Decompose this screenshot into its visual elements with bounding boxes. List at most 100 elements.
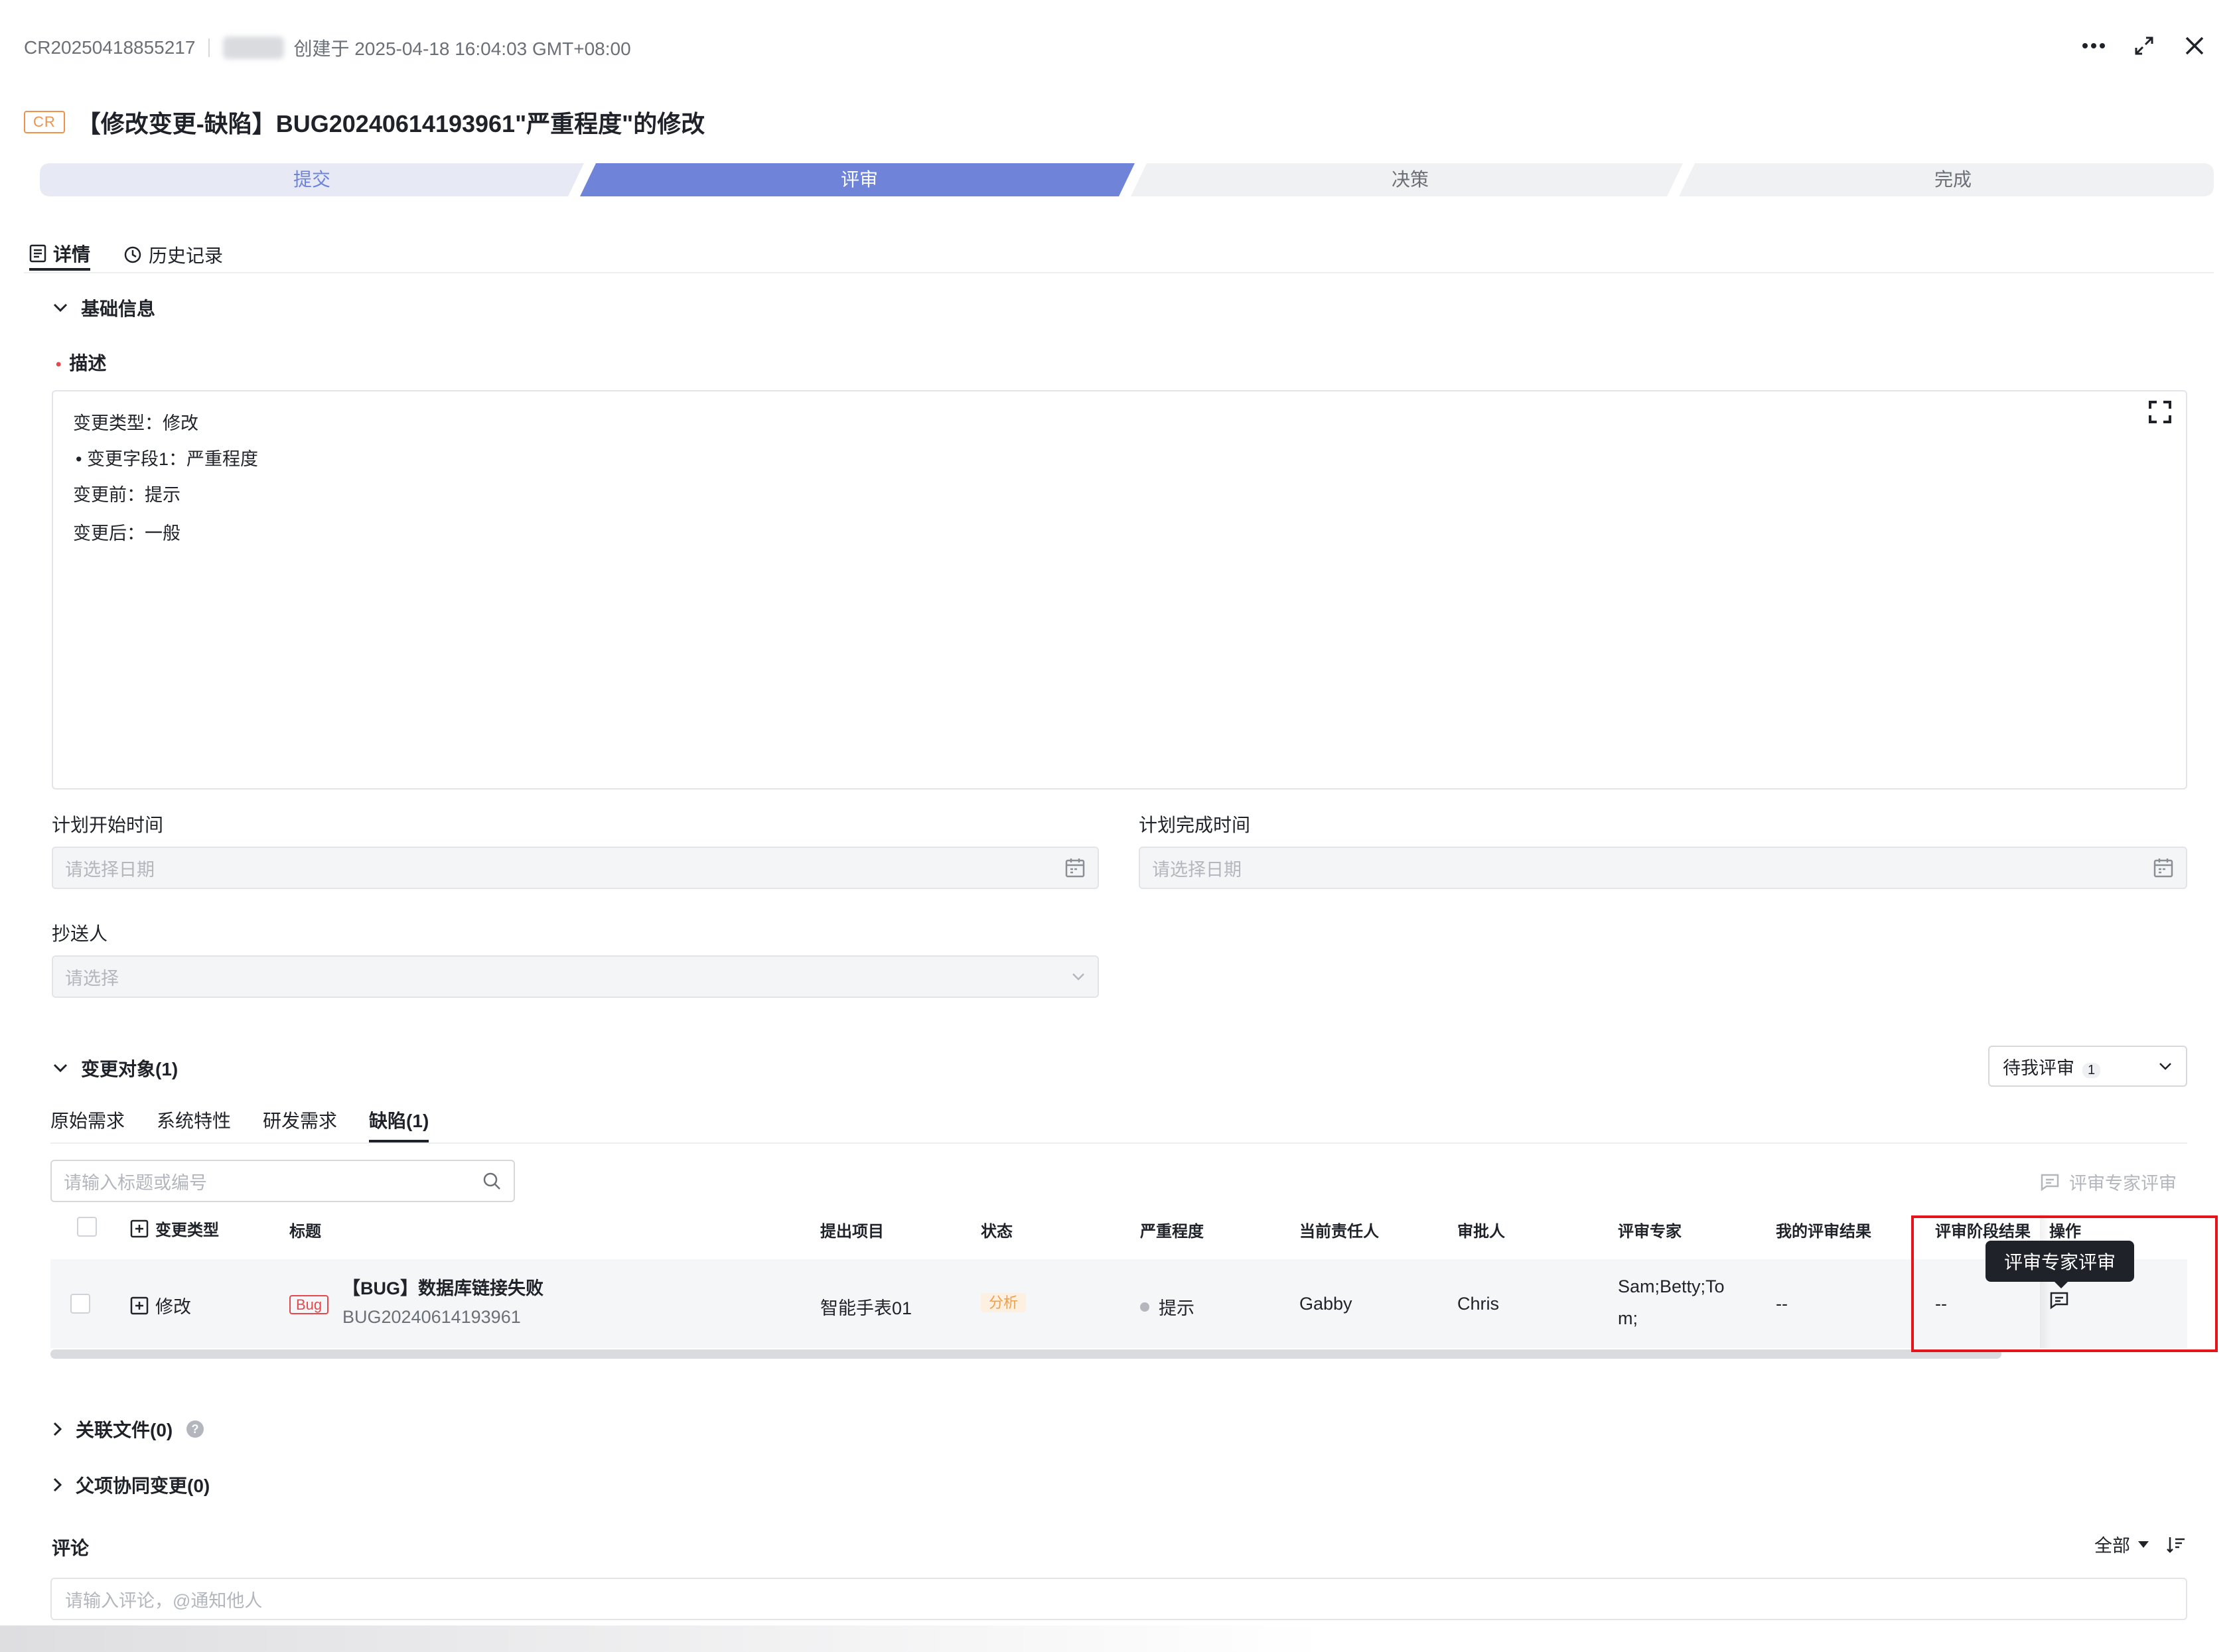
review-filter-label: 待我评审 bbox=[2003, 1058, 2074, 1078]
change-object-subtabs: 原始需求 系统特性 研发需求 缺陷(1) bbox=[50, 1107, 429, 1142]
description-editor[interactable]: 变更类型：修改 • 变更字段1：严重程度 变更前：提示 变更后：一般 bbox=[52, 390, 2187, 790]
detail-tabs: 详情 历史记录 bbox=[29, 239, 223, 271]
divider bbox=[208, 38, 210, 57]
basic-info-toggle[interactable]: 基础信息 bbox=[53, 295, 155, 321]
highlight-box bbox=[1911, 1215, 2218, 1352]
chevron-down-icon bbox=[53, 303, 68, 312]
required-marker: • bbox=[56, 356, 62, 374]
end-date-field[interactable]: 请选择日期 bbox=[1139, 847, 2187, 889]
description-label-row: • 描述 bbox=[56, 349, 106, 376]
desc-line: • 变更字段1：严重程度 bbox=[76, 449, 258, 469]
row-title-link[interactable]: 【BUG】数据库链接失败 bbox=[342, 1274, 543, 1300]
severity-dot bbox=[1140, 1302, 1149, 1312]
document-icon bbox=[29, 244, 46, 263]
workflow-stepper: 提交 评审 决策 完成 bbox=[40, 163, 2214, 196]
fullscreen-icon[interactable] bbox=[2149, 401, 2171, 427]
chevron-right-icon bbox=[53, 1478, 62, 1492]
caret-down-icon bbox=[2138, 1541, 2149, 1548]
comments-filter-label: 全部 bbox=[2094, 1536, 2130, 1556]
start-date-label: 计划开始时间 bbox=[52, 815, 164, 835]
chevron-down-icon bbox=[1072, 973, 1084, 981]
col-approver: 审批人 bbox=[1457, 1223, 1505, 1241]
search-input[interactable]: 请输入标题或编号 bbox=[50, 1160, 515, 1202]
table-row: 修改 Bug 【BUG】数据库链接失败 BUG20240614193961 智能… bbox=[50, 1259, 2187, 1348]
col-owner: 当前责任人 bbox=[1299, 1223, 1379, 1241]
table-horizontal-scrollbar[interactable] bbox=[50, 1349, 2001, 1359]
basic-info-title: 基础信息 bbox=[81, 299, 156, 319]
select-all-checkbox[interactable] bbox=[77, 1217, 97, 1237]
col-title: 标题 bbox=[289, 1223, 321, 1241]
help-icon[interactable]: ? bbox=[186, 1420, 204, 1438]
step-review: 评审 bbox=[840, 169, 878, 190]
expand-plus-icon[interactable] bbox=[130, 1296, 149, 1315]
parent-changes-toggle[interactable]: 父项协同变更(0) bbox=[53, 1472, 210, 1498]
step-decision: 决策 bbox=[1391, 169, 1429, 190]
table-header: 变更类型 标题 提出项目 状态 严重程度 当前责任人 审批人 评审专家 我的评审… bbox=[50, 1209, 2227, 1246]
sort-icon[interactable] bbox=[2166, 1535, 2186, 1554]
comments-filter[interactable]: 全部 bbox=[2094, 1531, 2149, 1557]
start-date-placeholder: 请选择日期 bbox=[65, 859, 155, 880]
calendar-icon bbox=[1065, 859, 1085, 878]
tab-history-label: 历史记录 bbox=[149, 245, 224, 266]
col-project: 提出项目 bbox=[820, 1223, 884, 1241]
chevron-down-icon bbox=[53, 1064, 68, 1073]
row-approver: Chris bbox=[1457, 1294, 1500, 1314]
end-date-label: 计划完成时间 bbox=[1139, 815, 1251, 835]
change-objects-title: 变更对象(1) bbox=[81, 1059, 179, 1079]
cc-select[interactable]: 请选择 bbox=[52, 955, 1099, 998]
status-badge: 分析 bbox=[981, 1293, 1027, 1312]
subtab-defects[interactable]: 缺陷(1) bbox=[369, 1107, 429, 1142]
review-filter-count: 1 bbox=[2082, 1062, 2101, 1078]
row-change-type: 修改 bbox=[155, 1297, 191, 1317]
header-actions bbox=[2078, 31, 2210, 61]
parent-changes-title: 父项协同变更(0) bbox=[76, 1476, 210, 1496]
tab-history[interactable]: 历史记录 bbox=[123, 239, 223, 271]
row-experts-line1: Sam;Betty;To bbox=[1618, 1276, 1725, 1296]
start-date-field[interactable]: 请选择日期 bbox=[52, 847, 1099, 889]
comments-controls: 全部 bbox=[2094, 1531, 2186, 1557]
more-icon[interactable] bbox=[2078, 31, 2109, 61]
clock-icon bbox=[124, 246, 141, 263]
expert-review-button[interactable]: 评审专家评审 bbox=[2040, 1169, 2177, 1195]
row-project: 智能手表01 bbox=[820, 1298, 912, 1318]
row-checkbox[interactable] bbox=[70, 1294, 90, 1314]
row-my-result: -- bbox=[1776, 1294, 1788, 1314]
row-owner: Gabby bbox=[1299, 1294, 1352, 1314]
expert-review-label: 评审专家评审 bbox=[2069, 1174, 2177, 1194]
description-label: 描述 bbox=[69, 353, 107, 374]
col-severity: 严重程度 bbox=[1140, 1223, 1204, 1241]
tab-details-label: 详情 bbox=[53, 244, 91, 265]
col-status: 状态 bbox=[981, 1223, 1013, 1241]
step-submit: 提交 bbox=[293, 169, 330, 190]
comment-input[interactable]: 请输入评论，@通知他人 bbox=[50, 1578, 2187, 1620]
cr-id: CR20250418855217 bbox=[24, 37, 196, 58]
subtabs-divider bbox=[50, 1142, 2187, 1144]
step-complete: 完成 bbox=[1934, 169, 1972, 190]
maximize-icon[interactable] bbox=[2129, 31, 2159, 61]
tab-details[interactable]: 详情 bbox=[29, 239, 91, 271]
expand-plus-icon[interactable] bbox=[130, 1219, 149, 1238]
comments-label: 评论 bbox=[52, 1538, 90, 1558]
page-title: 【修改变更-缺陷】BUG20240614193961"严重程度"的修改 bbox=[76, 110, 705, 137]
col-experts: 评审专家 bbox=[1618, 1223, 1682, 1241]
review-filter-dropdown[interactable]: 待我评审 1 bbox=[1988, 1046, 2187, 1087]
subtab-system-features[interactable]: 系统特性 bbox=[157, 1107, 231, 1142]
cr-meta: CR20250418855217 创建于 2025-04-18 16:04:03… bbox=[24, 34, 631, 61]
close-icon[interactable] bbox=[2179, 31, 2210, 61]
chevron-down-icon bbox=[2159, 1063, 2171, 1070]
calendar-icon bbox=[2153, 859, 2173, 878]
cc-label: 抄送人 bbox=[52, 924, 108, 944]
row-experts-line2: m; bbox=[1618, 1308, 1638, 1328]
row-severity: 提示 bbox=[1159, 1298, 1194, 1318]
col-change-type: 变更类型 bbox=[155, 1221, 219, 1239]
bottom-shadow bbox=[0, 1625, 1327, 1652]
creator-name-blurred bbox=[223, 36, 285, 59]
related-files-toggle[interactable]: 关联文件(0) ? bbox=[53, 1416, 204, 1442]
subtab-dev-requirements[interactable]: 研发需求 bbox=[263, 1107, 337, 1142]
created-time: 创建于 2025-04-18 16:04:03 GMT+08:00 bbox=[293, 38, 631, 59]
subtab-original-requirements[interactable]: 原始需求 bbox=[50, 1107, 125, 1142]
comment-placeholder: 请输入评论，@通知他人 bbox=[65, 1590, 263, 1611]
change-objects-toggle[interactable]: 变更对象(1) bbox=[53, 1055, 178, 1081]
search-placeholder: 请输入标题或编号 bbox=[64, 1172, 207, 1193]
col-my-result: 我的评审结果 bbox=[1776, 1223, 1871, 1241]
